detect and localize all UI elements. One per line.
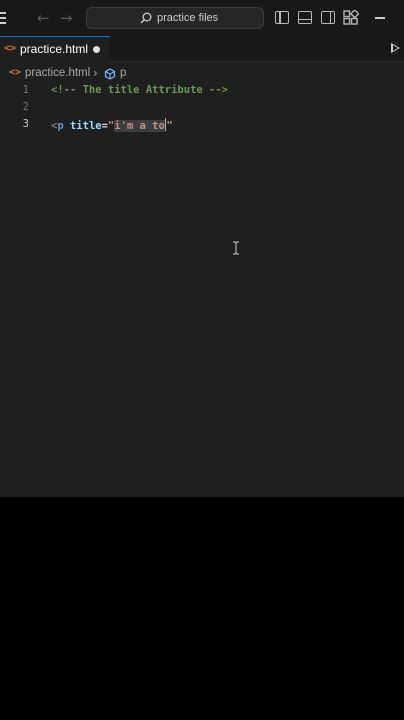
run-icon[interactable] (391, 43, 400, 53)
tab-practice-html[interactable]: <> practice.html (0, 36, 110, 62)
string-quote-close: " (166, 120, 173, 132)
tab-bar: <> practice.html (0, 36, 404, 62)
title-bar: ← → practice files (0, 0, 404, 36)
line-number: 2 (22, 101, 29, 113)
code-line-active[interactable]: 3 <p title="i'm a to " (0, 118, 404, 135)
line-content: <p title="i'm a to " (51, 118, 173, 132)
toggle-secondary-sidebar-icon[interactable] (321, 11, 335, 24)
search-icon (140, 12, 152, 24)
mouse-ibeam-cursor-icon (233, 241, 239, 255)
breadcrumb: <> practice.html › p (0, 64, 404, 84)
command-center-search[interactable]: practice files (86, 7, 264, 29)
breadcrumb-element[interactable]: p (120, 67, 126, 79)
line-number: 3 (22, 118, 29, 130)
line-content: <!-- The title Attribute --> (51, 84, 228, 96)
arrow-left-icon[interactable]: ← (37, 9, 50, 27)
minimize-icon[interactable] (375, 17, 385, 19)
tab-label: practice.html (20, 42, 89, 56)
code-line[interactable]: 2 (0, 101, 404, 118)
breadcrumb-file[interactable]: practice.html (25, 67, 90, 79)
command-center-label: practice files (157, 12, 219, 24)
toggle-panel-icon[interactable] (298, 11, 312, 24)
arrow-right-icon[interactable]: → (60, 9, 73, 27)
line-number: 1 (22, 84, 29, 96)
toggle-primary-sidebar-icon[interactable] (275, 11, 289, 24)
html-comment: <!-- The title Attribute --> (51, 84, 229, 96)
code-line[interactable]: 1 <!-- The title Attribute --> (0, 84, 404, 101)
vscode-window: ← → practice files <> practice.html <> p… (0, 0, 404, 497)
html-file-icon: <> (9, 67, 22, 78)
attribute-value-selected: i'm a to (114, 120, 165, 132)
chevron-right-icon: › (93, 66, 98, 80)
html-file-icon: <> (4, 43, 17, 54)
black-background-area (0, 497, 404, 720)
tag-name: p (57, 120, 64, 132)
symbol-element-icon (104, 68, 116, 80)
code-editor[interactable]: 1 <!-- The title Attribute --> 2 3 <p ti… (0, 84, 404, 497)
unsaved-changes-dot[interactable] (93, 46, 100, 53)
hamburger-menu-icon[interactable] (0, 12, 6, 24)
customize-layout-icon[interactable] (343, 10, 359, 25)
attribute-name: title (69, 120, 102, 132)
